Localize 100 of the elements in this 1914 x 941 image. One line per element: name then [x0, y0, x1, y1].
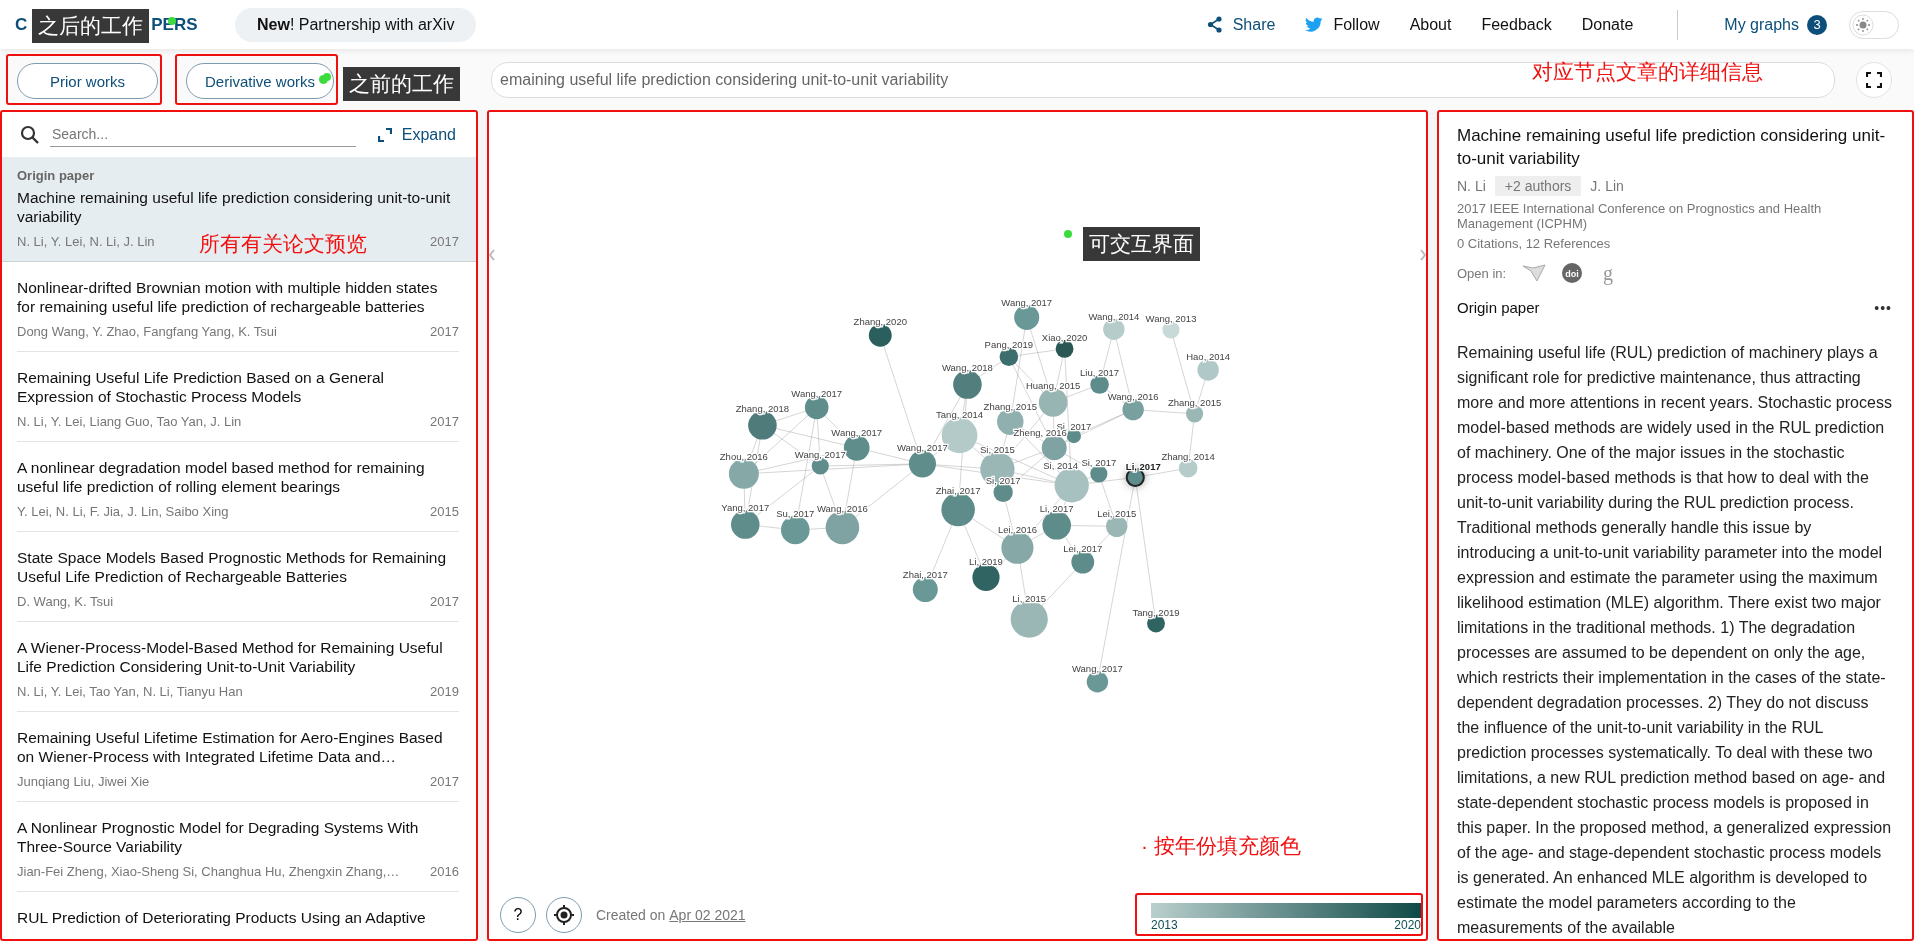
paper-item[interactable]: A nonlinear degradation model based method for remaining useful life prediction of rolling element bearings Y. Lei, N. Li, F. Jia, J. Lin, Saibo Xing 2015 — [17, 442, 459, 532]
works-button[interactable]: Prior works — [17, 63, 158, 99]
nav-link[interactable]: Share — [1206, 15, 1276, 34]
node-label: Yang, 2017 — [721, 502, 770, 514]
node-label: Lei, 2015 — [1097, 507, 1137, 519]
graph-node[interactable] — [1090, 375, 1109, 394]
paper-authors: Jian-Fei Zheng, Xiao-Sheng Si, Changhua Hu, Zhengxin Zhang,… — [17, 864, 400, 879]
node-label: Wang, 2017 — [794, 449, 846, 461]
node-label: Li, 2019 — [969, 555, 1003, 567]
callout-label: 可交互界面 — [1083, 227, 1200, 261]
fullscreen-button[interactable] — [1856, 61, 1892, 98]
paper-title: Machine remaining useful life prediction considering unit-to-unit variability — [17, 188, 452, 226]
node-label: Wang, 2016 — [1107, 390, 1159, 402]
node-label: Zhang, 2018 — [735, 403, 790, 414]
help-button[interactable]: ? — [500, 896, 536, 933]
paper-authors: Dong Wang, Y. Zhao, Fangfang Yang, K. Tsui — [17, 324, 277, 339]
open-in-label: Open in: — [1457, 265, 1507, 281]
node-label: Wang, 2016 — [817, 502, 868, 514]
chevron-left-icon[interactable] — [488, 249, 496, 261]
nav-link[interactable]: About — [1409, 15, 1452, 34]
graph-node[interactable] — [1197, 359, 1219, 381]
scale-label: 2013 — [1151, 918, 1178, 932]
node-label: Zhai, 2017 — [902, 569, 948, 581]
graph-node[interactable] — [1041, 435, 1067, 461]
nav-link[interactable]: Feedback — [1481, 15, 1552, 34]
paper-title: A Wiener-Process-Model-Based Method for Remaining Useful Life Prediction Considering Unit-to-Unit Variability — [17, 638, 444, 676]
node-label: Wang, 2018 — [942, 362, 993, 374]
callout-label: 之前的工作 — [343, 67, 460, 101]
nav-link[interactable]: Donate — [1581, 15, 1634, 34]
paper-authors: N. Li, Y. Lei, Tao Yan, N. Li, Tianyu Han — [17, 684, 243, 699]
annotation-text: 对应节点文章的详细信息 — [1532, 59, 1763, 85]
count-badge: 3 — [1807, 14, 1827, 35]
node-label: Lei, 2017 — [1063, 542, 1103, 554]
paper-item[interactable]: State Space Models Based Prognostic Methods for Remaining Useful Life Prediction of Rechargeable Batteries D. Wang, K. Tsui 2017 — [17, 532, 459, 622]
graph-node[interactable] — [1042, 511, 1071, 540]
author-name: J. Lin — [1590, 178, 1624, 194]
paper-item[interactable]: Remaining Useful Life Prediction Based on a General Expression of Stochastic Process Models N. Li, Y. Lei, Liang Guo, Tao Yan, J. Lin 2017 — [17, 352, 459, 442]
paper-title: A nonlinear degradation model based method for remaining useful life prediction of rolling element bearings — [17, 458, 426, 496]
paper-item[interactable]: A Nonlinear Prognostic Model for Degrading Systems With Three-Source Variability Jian-Fei Zheng, Xiao-Sheng Si, Changhua Hu, Zhengxin Zhang,… 2016 — [17, 802, 459, 892]
nav-link[interactable]: Follow — [1305, 15, 1380, 34]
paper-year: 2017 — [430, 774, 459, 789]
feather-icon[interactable] — [1522, 263, 1547, 283]
locate-button[interactable] — [546, 896, 582, 933]
author-name: N. Li — [1457, 178, 1486, 194]
paper-title: Machine remaining useful life prediction considering unit-to-unit variability — [1457, 125, 1887, 170]
node-label: Wang, 2017 — [1001, 296, 1053, 308]
paper-authors: Y. Lei, N. Li, F. Jia, J. Lin, Saibo Xing — [17, 504, 229, 519]
paper-year: 2017 — [430, 594, 459, 609]
paper-item[interactable]: Nonlinear-drifted Brownian motion with multiple hidden states for remaining useful life prediction of rechargeable batteries Dong Wang, Y. Zhao, Fangfang Yang, K. Tsui 2017 — [17, 262, 459, 352]
news-badge[interactable]: New! Partnership with arXiv — [235, 7, 477, 42]
pointer-dot — [168, 17, 176, 25]
node-label: Su, 2017 — [776, 507, 815, 519]
node-label: Liu, 2017 — [1080, 367, 1120, 379]
node-label: Wang, 2017 — [897, 442, 948, 454]
fullscreen-icon — [1866, 71, 1882, 88]
origin-label: Origin paper — [17, 168, 96, 183]
node-label: Pang, 2019 — [984, 339, 1034, 351]
section-title: Origin paper — [1457, 299, 1540, 316]
node-label: Zhai, 2017 — [935, 484, 981, 496]
node-label: Zhang, 2015 — [983, 400, 1037, 412]
paper-title: RUL Prediction of Deteriorating Products Using an Adaptive — [17, 908, 427, 927]
node-label: Zhang, 2014 — [1161, 450, 1215, 462]
share-icon — [1206, 16, 1223, 33]
paper-authors: N. Li, Y. Lei, Liang Guo, Tao Yan, J. Lin — [17, 414, 242, 429]
theme-toggle[interactable] — [1849, 10, 1899, 39]
logo-text[interactable]: PERS — [151, 14, 198, 35]
graph-node[interactable] — [1090, 465, 1108, 483]
node-label: Wang, 2017 — [1072, 663, 1123, 674]
authors-chip[interactable]: +2 authors — [1494, 176, 1582, 196]
works-button[interactable]: Derivative works — [186, 63, 335, 99]
paper-item[interactable]: Remaining Useful Lifetime Estimation for Aero-Engines Based on Wiener-Process with Integrated Lifetime Data and… Junqiang Liu, Jiwei Xie 2017 — [17, 712, 459, 802]
target-icon — [553, 903, 575, 926]
paper-authors: Junqiang Liu, Jiwei Xie — [17, 774, 150, 789]
node-label: Tang, 2019 — [1132, 606, 1180, 618]
paper-item[interactable]: RUL Prediction of Deteriorating Products Using an Adaptive — [17, 892, 459, 940]
paper-title: State Space Models Based Prognostic Methods for Remaining Useful Life Prediction of Rechargeable Batteries — [17, 548, 448, 586]
paper-title: Remaining Useful Lifetime Estimation for Aero-Engines Based on Wiener-Process with Integrated Lifetime Data and… — [17, 728, 444, 766]
graph-node[interactable] — [1066, 428, 1081, 444]
more-button[interactable]: ••• — [1874, 299, 1892, 316]
date-link[interactable]: Apr 02 2021 — [669, 906, 746, 923]
doi-icon[interactable]: doi — [1562, 263, 1583, 283]
paper-authors: D. Wang, K. Tsui — [17, 594, 114, 609]
expand-link[interactable]: Expand — [401, 125, 456, 144]
graph-node[interactable] — [912, 577, 938, 603]
logo-text[interactable]: C — [15, 14, 28, 35]
graph-node[interactable] — [1054, 468, 1089, 503]
counts-text: 0 Citations, 12 References — [1457, 236, 1612, 251]
node-label: Xiao, 2020 — [1041, 331, 1088, 343]
paper-item[interactable]: A Wiener-Process-Model-Based Method for Remaining Useful Life Prediction Considering Unit-to-Unit Variability N. Li, Y. Lei, Tao Yan, N. Li, Tianyu Han 2019 — [17, 622, 459, 712]
node-label: Hao, 2014 — [1186, 351, 1231, 363]
my-graphs-link[interactable]: My graphs — [1724, 15, 1799, 34]
paper-title: Nonlinear-drifted Brownian motion with multiple hidden states for remaining useful life prediction of rechargeable batteries — [17, 278, 439, 316]
node-label: Si, 2014 — [1043, 460, 1079, 472]
node-label: Wang, 2013 — [1145, 313, 1197, 325]
paper-title: A Nonlinear Prognostic Model for Degrading Systems With Three-Source Variability — [17, 818, 420, 856]
annotation-text: 所有有关论文预览 — [199, 231, 367, 257]
pointer-dot — [323, 73, 331, 81]
expand-icon[interactable] — [377, 127, 392, 142]
chevron-right-icon[interactable] — [1419, 249, 1427, 261]
node-label: Zhou, 2016 — [719, 450, 768, 462]
